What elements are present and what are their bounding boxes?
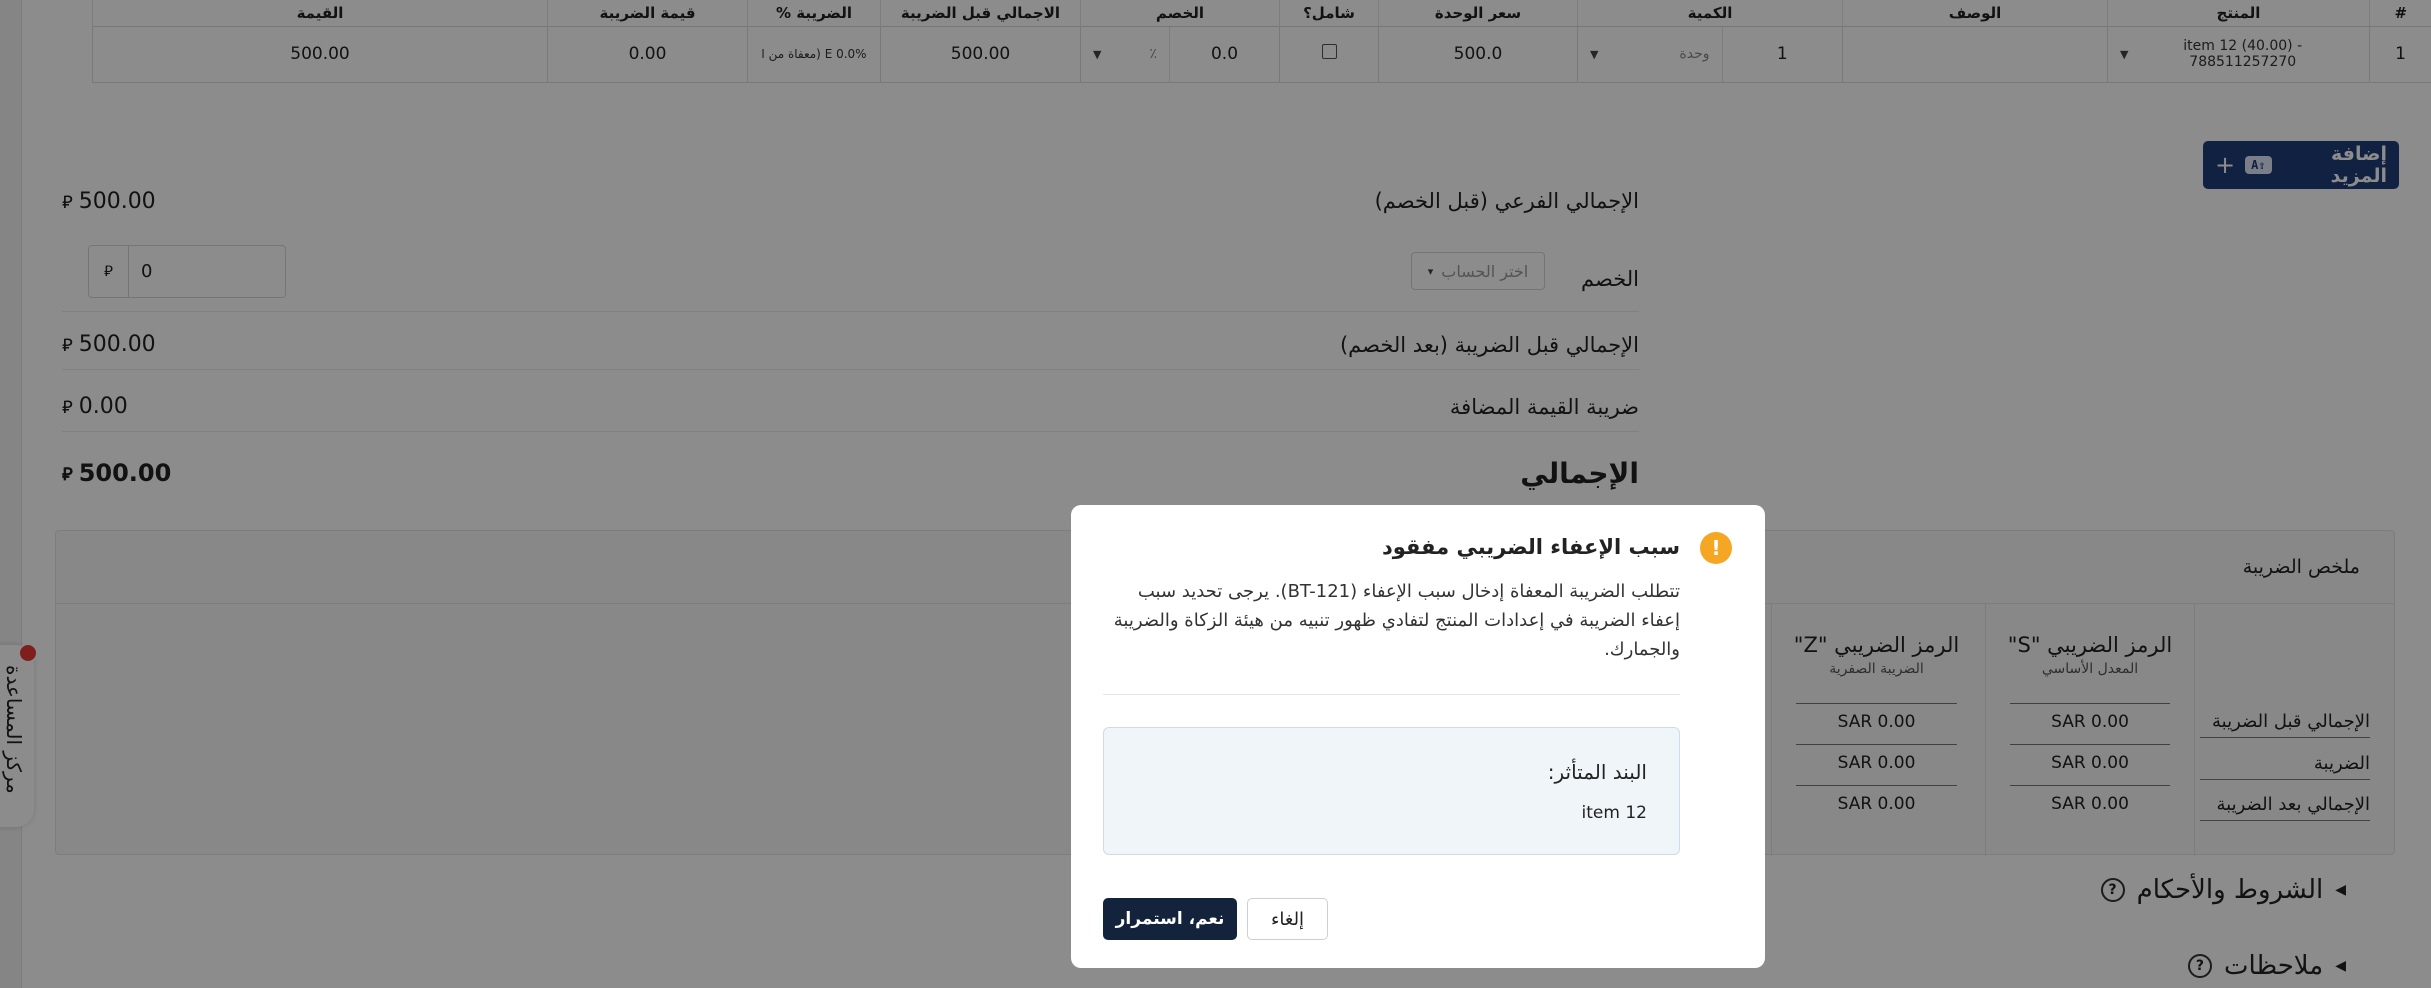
affected-item: item 12 [1581, 803, 1647, 823]
cancel-button[interactable]: إلغاء [1247, 898, 1328, 940]
affected-items-label: البند المتأثر: [1547, 760, 1647, 784]
warning-icon: ! [1700, 532, 1732, 564]
dialog-message: تتطلب الضريبة المعفاة إدخال سبب الإعفاء … [1113, 581, 1680, 660]
missing-exemption-dialog: ! سبب الإعفاء الضريبي مفقود تتطلب الضريب… [1071, 505, 1765, 968]
dialog-title: سبب الإعفاء الضريبي مفقود [1381, 535, 1680, 559]
affected-items-box: البند المتأثر: item 12 [1103, 727, 1680, 855]
continue-button[interactable]: نعم، استمرار [1103, 898, 1237, 940]
